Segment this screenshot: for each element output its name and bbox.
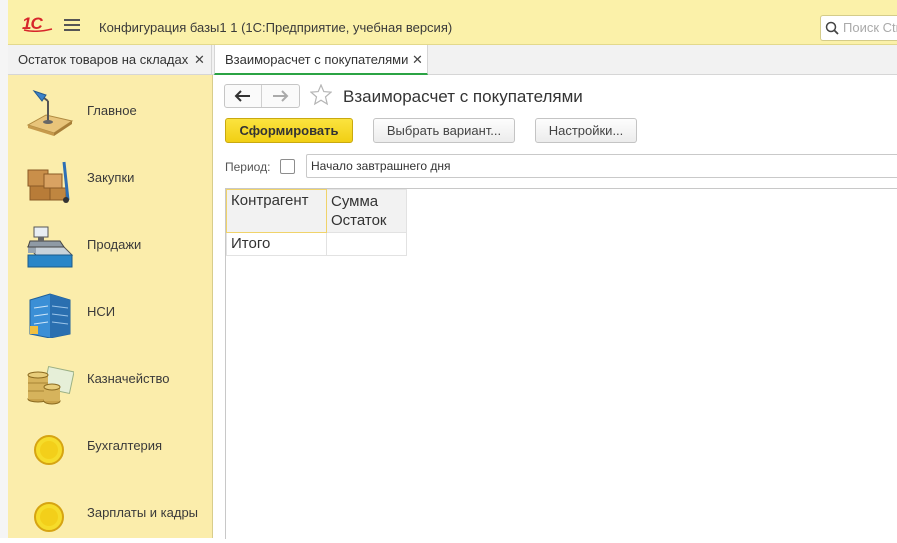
favorite-star-icon[interactable] (309, 83, 333, 109)
arrow-left-icon (234, 90, 250, 102)
svg-text:1C: 1C (22, 14, 43, 32)
sidebar-item-label: Казначейство (87, 371, 170, 386)
title-bar: 1C Конфигурация базы1 1 (1С:Предприятие,… (8, 0, 897, 45)
header-amount: Сумма (331, 193, 379, 210)
sidebar-item-payroll[interactable]: Зарплаты и кадры (8, 483, 212, 543)
sidebar-item-label: Главное (87, 103, 137, 118)
table-row: Итого (226, 232, 407, 256)
generate-button[interactable]: Сформировать (225, 118, 353, 143)
tab-stock-balance[interactable]: Остаток товаров на складах ✕ (8, 45, 212, 74)
navigation-buttons (224, 84, 300, 108)
period-checkbox[interactable] (280, 159, 295, 174)
tab-customer-settlements[interactable]: Взаиморасчет с покупателями ✕ (214, 45, 428, 75)
forward-button[interactable] (262, 85, 298, 107)
close-icon[interactable]: ✕ (194, 52, 205, 68)
circle-icon (24, 422, 74, 472)
main-menu-icon[interactable] (64, 19, 80, 31)
period-field[interactable]: Начало завтрашнего дня (306, 154, 897, 178)
header-amount-balance[interactable]: Сумма Остаток (326, 189, 407, 233)
table-header-row: Контрагент Сумма Остаток (226, 189, 407, 233)
choose-variant-button[interactable]: Выбрать вариант... (373, 118, 515, 143)
building-icon (24, 288, 74, 339)
total-value[interactable] (326, 232, 407, 256)
sidebar-item-label: НСИ (87, 304, 116, 319)
tab-label: Остаток товаров на складах (18, 52, 189, 67)
desk-lamp-icon (24, 87, 74, 137)
form-area: Взаиморасчет с покупателями Сформировать… (213, 75, 897, 539)
1c-logo-icon[interactable]: 1C (22, 14, 54, 32)
sidebar-item-label: Закупки (87, 170, 135, 185)
search-input[interactable] (843, 18, 897, 36)
sidebar-item-treasury[interactable]: Казначейство (8, 349, 212, 409)
sidebar-item-label: Бухгалтерия (87, 438, 163, 453)
app-title: Конфигурация базы1 1 (1С:Предприятие, уч… (99, 20, 453, 35)
search-icon (825, 21, 839, 35)
sidebar-item-label: Зарплаты и кадры (87, 505, 199, 520)
boxes-cart-icon (24, 154, 74, 204)
form-title: Взаиморасчет с покупателями (343, 87, 583, 106)
sidebar-item-accounting[interactable]: Бухгалтерия (8, 416, 212, 476)
circle-icon (24, 489, 74, 539)
report-spreadsheet[interactable]: Контрагент Сумма Остаток Итого (225, 188, 897, 539)
report-table: Контрагент Сумма Остаток Итого (226, 189, 407, 256)
sidebar-item-nsi[interactable]: НСИ (8, 282, 212, 342)
sidebar-item-sales[interactable]: Продажи (8, 215, 212, 275)
back-button[interactable] (225, 85, 262, 107)
period-label: Период: (225, 160, 271, 174)
sections-panel: Главное Закупки Продажи НСИ Казначейство… (8, 75, 213, 538)
cash-register-icon (24, 221, 74, 271)
total-label[interactable]: Итого (226, 232, 327, 256)
header-counterparty[interactable]: Контрагент (226, 189, 327, 233)
sidebar-item-main[interactable]: Главное (8, 81, 212, 141)
arrow-right-icon (273, 90, 289, 102)
sidebar-item-label: Продажи (87, 237, 142, 252)
close-icon[interactable]: ✕ (412, 52, 423, 68)
header-balance: Остаток (331, 212, 387, 229)
search-box[interactable] (820, 15, 897, 41)
coins-icon (24, 355, 75, 405)
sidebar-item-purchases[interactable]: Закупки (8, 148, 212, 208)
tab-bar: Остаток товаров на складах ✕ Взаиморасче… (8, 45, 897, 75)
tab-label: Взаиморасчет с покупателями (225, 52, 409, 67)
settings-button[interactable]: Настройки... (535, 118, 637, 143)
